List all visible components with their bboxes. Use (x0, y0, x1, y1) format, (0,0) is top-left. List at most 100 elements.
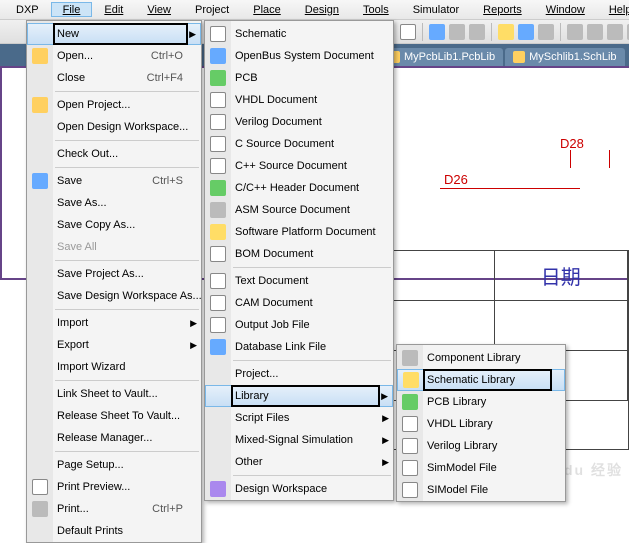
file-open-project[interactable]: Open Project... (27, 94, 201, 116)
lib-schematic[interactable]: Schematic Library (397, 369, 565, 391)
file-release-vault[interactable]: Release Sheet To Vault... (27, 405, 201, 427)
file-save[interactable]: SaveCtrl+S (27, 170, 201, 192)
menu-simulator[interactable]: Simulator (401, 2, 471, 17)
new-bom[interactable]: BOM Document (205, 243, 393, 265)
dblink-icon (210, 339, 226, 355)
workspace-icon (210, 481, 226, 497)
new-asm[interactable]: ASM Source Document (205, 199, 393, 221)
tab-pcblib[interactable]: MyPcbLib1.PcbLib (380, 48, 503, 66)
filter-icon[interactable] (449, 24, 465, 40)
new-design-workspace[interactable]: Design Workspace (205, 478, 393, 500)
print-preview-icon (32, 479, 48, 495)
schematic-icon (210, 26, 226, 42)
open-project-icon (32, 97, 48, 113)
menu-tools[interactable]: Tools (351, 2, 401, 17)
file-open-workspace[interactable]: Open Design Workspace... (27, 116, 201, 138)
file-import[interactable]: Import▶ (27, 312, 201, 334)
bus-icon[interactable] (538, 24, 554, 40)
new-pcb[interactable]: PCB (205, 67, 393, 89)
file-new[interactable]: New▶ (27, 23, 201, 45)
file-open[interactable]: Open...Ctrl+O (27, 45, 201, 67)
new-schematic[interactable]: Schematic (205, 23, 393, 45)
text-icon (210, 273, 226, 289)
menu-file[interactable]: File (51, 2, 93, 17)
openbus-icon (210, 48, 226, 64)
lib-simodel[interactable]: SIModel File (397, 479, 565, 501)
menu-reports[interactable]: Reports (471, 2, 534, 17)
menu-window[interactable]: Window (534, 2, 597, 17)
port-icon[interactable] (567, 24, 583, 40)
new-c-source[interactable]: C Source Document (205, 133, 393, 155)
file-save-project-as[interactable]: Save Project As... (27, 263, 201, 285)
tab-schlib[interactable]: MySchlib1.SchLib (505, 48, 624, 66)
highlight-icon[interactable] (469, 24, 485, 40)
file-check-out[interactable]: Check Out... (27, 143, 201, 165)
file-print-preview[interactable]: Print Preview... (27, 476, 201, 498)
menu-view[interactable]: View (135, 2, 183, 17)
cpp-icon (210, 158, 226, 174)
submenu-arrow-icon: ▶ (382, 413, 389, 424)
file-print[interactable]: Print...Ctrl+P (27, 498, 201, 520)
menu-place[interactable]: Place (241, 2, 293, 17)
new-openbus[interactable]: OpenBus System Document (205, 45, 393, 67)
new-project[interactable]: Project... (205, 363, 393, 385)
asm-icon (210, 202, 226, 218)
c-icon (210, 136, 226, 152)
file-save-copy-as[interactable]: Save Copy As... (27, 214, 201, 236)
net-icon[interactable] (518, 24, 534, 40)
submenu-arrow-icon: ▶ (190, 318, 197, 329)
menu-dxp[interactable]: DXP (4, 2, 51, 17)
submenu-arrow-icon: ▶ (382, 457, 389, 468)
net-label-d26[interactable]: D26 (444, 172, 468, 187)
file-release-manager[interactable]: Release Manager... (27, 427, 201, 449)
net-label-d28[interactable]: D28 (560, 136, 584, 151)
menubar: DXP File Edit View Project Place Design … (0, 0, 629, 20)
file-import-wizard[interactable]: Import Wizard (27, 356, 201, 378)
new-output-job[interactable]: Output Job File (205, 314, 393, 336)
new-cpp-header[interactable]: C/C++ Header Document (205, 177, 393, 199)
file-export[interactable]: Export▶ (27, 334, 201, 356)
part-icon[interactable] (607, 24, 623, 40)
verilog-icon (210, 114, 226, 130)
new-other[interactable]: Other▶ (205, 451, 393, 473)
pcb-icon (210, 70, 226, 86)
power-icon[interactable] (587, 24, 603, 40)
browse-icon[interactable] (429, 24, 445, 40)
lib-pcb[interactable]: PCB Library (397, 391, 565, 413)
file-close[interactable]: CloseCtrl+F4 (27, 67, 201, 89)
new-dblink[interactable]: Database Link File (205, 336, 393, 358)
new-mixed-signal[interactable]: Mixed-Signal Simulation▶ (205, 429, 393, 451)
file-link-vault[interactable]: Link Sheet to Vault... (27, 383, 201, 405)
lib-vhdl[interactable]: VHDL Library (397, 413, 565, 435)
lib-simmodel[interactable]: SimModel File (397, 457, 565, 479)
file-save-all[interactable]: Save All (27, 236, 201, 258)
tool-icon[interactable] (400, 24, 416, 40)
library-submenu: Component Library Schematic Library PCB … (396, 344, 566, 502)
pcb-lib-icon (402, 394, 418, 410)
new-vhdl[interactable]: VHDL Document (205, 89, 393, 111)
title-block-date-label: 日期 (495, 251, 629, 300)
new-cam[interactable]: CAM Document (205, 292, 393, 314)
new-cpp-source[interactable]: C++ Source Document (205, 155, 393, 177)
lib-verilog[interactable]: Verilog Library (397, 435, 565, 457)
new-script-files[interactable]: Script Files▶ (205, 407, 393, 429)
new-swplatform[interactable]: Software Platform Document (205, 221, 393, 243)
menu-edit[interactable]: Edit (92, 2, 135, 17)
header-icon (210, 180, 226, 196)
print-icon (32, 501, 48, 517)
file-save-workspace-as[interactable]: Save Design Workspace As... (27, 285, 201, 307)
new-library[interactable]: Library▶ (205, 385, 393, 407)
cam-icon (210, 295, 226, 311)
file-save-as[interactable]: Save As... (27, 192, 201, 214)
lib-component[interactable]: Component Library (397, 347, 565, 369)
simmodel-icon (402, 460, 418, 476)
file-default-prints[interactable]: Default Prints (27, 520, 201, 542)
wire-icon[interactable] (498, 24, 514, 40)
menu-help[interactable]: Help (597, 2, 629, 17)
new-text[interactable]: Text Document (205, 270, 393, 292)
menu-design[interactable]: Design (293, 2, 351, 17)
file-menu: New▶ Open...Ctrl+O CloseCtrl+F4 Open Pro… (26, 20, 202, 543)
menu-project[interactable]: Project (183, 2, 241, 17)
new-verilog[interactable]: Verilog Document (205, 111, 393, 133)
file-page-setup[interactable]: Page Setup... (27, 454, 201, 476)
